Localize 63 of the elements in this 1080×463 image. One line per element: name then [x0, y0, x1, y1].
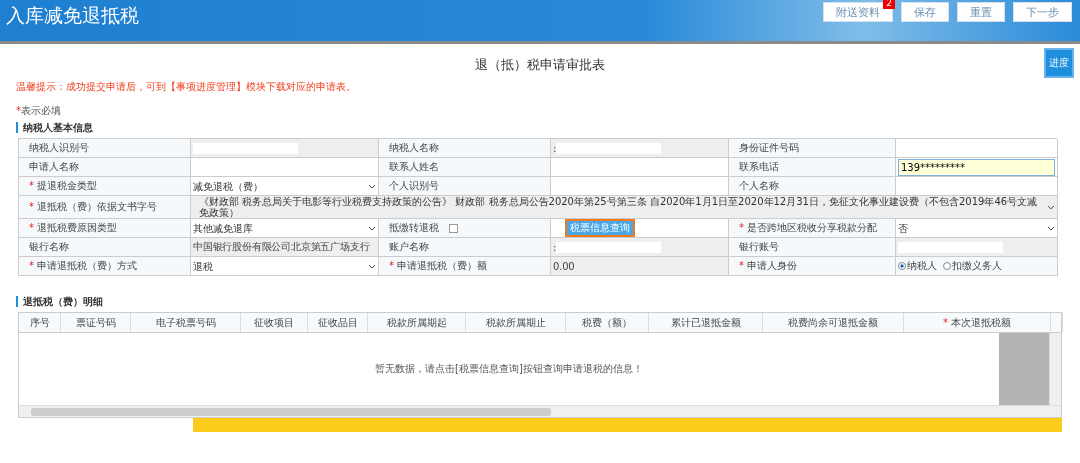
column-header: 税款所属期起 — [368, 313, 466, 332]
chevron-down-icon — [1047, 204, 1055, 210]
field-label: 账户名称 — [388, 240, 429, 254]
column-header: * 本次退抵税额 — [904, 313, 1051, 332]
field-value: 中国银行股份有限公司北京第五广场支行 — [193, 240, 370, 254]
field-label: * 申请人身份 — [738, 259, 798, 273]
page-title: 入库减免退抵税 — [6, 3, 139, 28]
field-label: 联系人姓名 — [388, 160, 439, 174]
field-label: 银行账号 — [738, 240, 779, 254]
toolbar-button[interactable]: 附送资料 2 — [823, 2, 893, 22]
section-heading: 退抵税（费）明细 — [16, 296, 1062, 307]
field-value: : — [553, 241, 557, 253]
field-label: 银行名称 — [28, 240, 69, 254]
checkbox[interactable] — [449, 223, 458, 233]
section-heading: 纳税人基本信息 — [16, 122, 1062, 133]
radio-button[interactable] — [943, 262, 951, 270]
field-label: 身份证件号码 — [738, 141, 799, 155]
notice-text: 温馨提示：成功提交申请后，可到【事项进度管理】模块下载对应的申请表。 — [16, 80, 356, 94]
field-label: 纳税人识别号 — [28, 141, 89, 155]
radio-button[interactable] — [898, 262, 906, 270]
field-value: : — [553, 142, 557, 154]
column-header: 电子税票号码 — [131, 313, 241, 332]
column-header: 序号 — [19, 313, 61, 332]
field-label: * 是否跨地区税收分享税款分配 — [738, 221, 878, 235]
column-header: 税费（额） — [566, 313, 649, 332]
field-label: * 申请退抵税（费）方式 — [28, 259, 138, 273]
vertical-scrollbar[interactable] — [1049, 333, 1061, 405]
toolbar-button[interactable]: 保存 — [901, 2, 949, 22]
column-header: 累计已退抵金额 — [649, 313, 763, 332]
frozen-column — [999, 333, 1049, 405]
field-label: * 申请退抵税（费）额 — [388, 259, 488, 273]
radio-label: 扣缴义务人 — [952, 259, 1002, 273]
field-label: 个人名称 — [738, 179, 779, 193]
column-header: 征收品目 — [308, 313, 368, 332]
field-label: 申请人名称 — [28, 160, 79, 174]
field-label: * 提退税金类型 — [28, 179, 98, 193]
select-field[interactable]: 否 — [898, 222, 1055, 234]
column-header: 税款所属期止 — [466, 313, 566, 332]
field-label: 联系电话 — [738, 160, 779, 174]
chevron-down-icon — [368, 225, 376, 231]
chevron-down-icon — [1047, 225, 1055, 231]
field-label: * 退抵税（费）依据文书字号 — [28, 200, 158, 214]
radio-label: 纳税人 — [907, 259, 937, 273]
count-badge: 2 — [883, 0, 895, 9]
phone-input[interactable]: 139********* — [898, 158, 1055, 176]
select-field[interactable]: 减免退税（费） — [193, 180, 376, 192]
toolbar-button[interactable]: 重置 — [957, 2, 1005, 22]
field-label: 个人识别号 — [388, 179, 439, 193]
field-value: 0.00 — [553, 260, 575, 272]
chevron-down-icon — [368, 183, 376, 189]
form-title: 退（抵）税申请审批表 — [475, 56, 605, 74]
required-note: *表示必填 — [16, 104, 61, 118]
column-header: 票证号码 — [61, 313, 131, 332]
empty-message: 暂无数据，请点击[税票信息查询]按钮查询申请退税的信息！ — [375, 362, 643, 376]
field-label: 纳税人名称 — [388, 141, 439, 155]
chevron-down-icon — [368, 263, 376, 269]
select-field[interactable]: 其他减免退库 — [193, 222, 376, 234]
toolbar-button[interactable]: 下一步 — [1013, 2, 1072, 22]
select-field[interactable]: 退税 — [193, 260, 376, 272]
field-label: 抵缴转退税 — [388, 221, 439, 235]
column-header: 税费尚余可退抵金额 — [763, 313, 904, 332]
field-label: * 退抵税费原因类型 — [28, 221, 118, 235]
column-header: 征收项目 — [241, 313, 308, 332]
